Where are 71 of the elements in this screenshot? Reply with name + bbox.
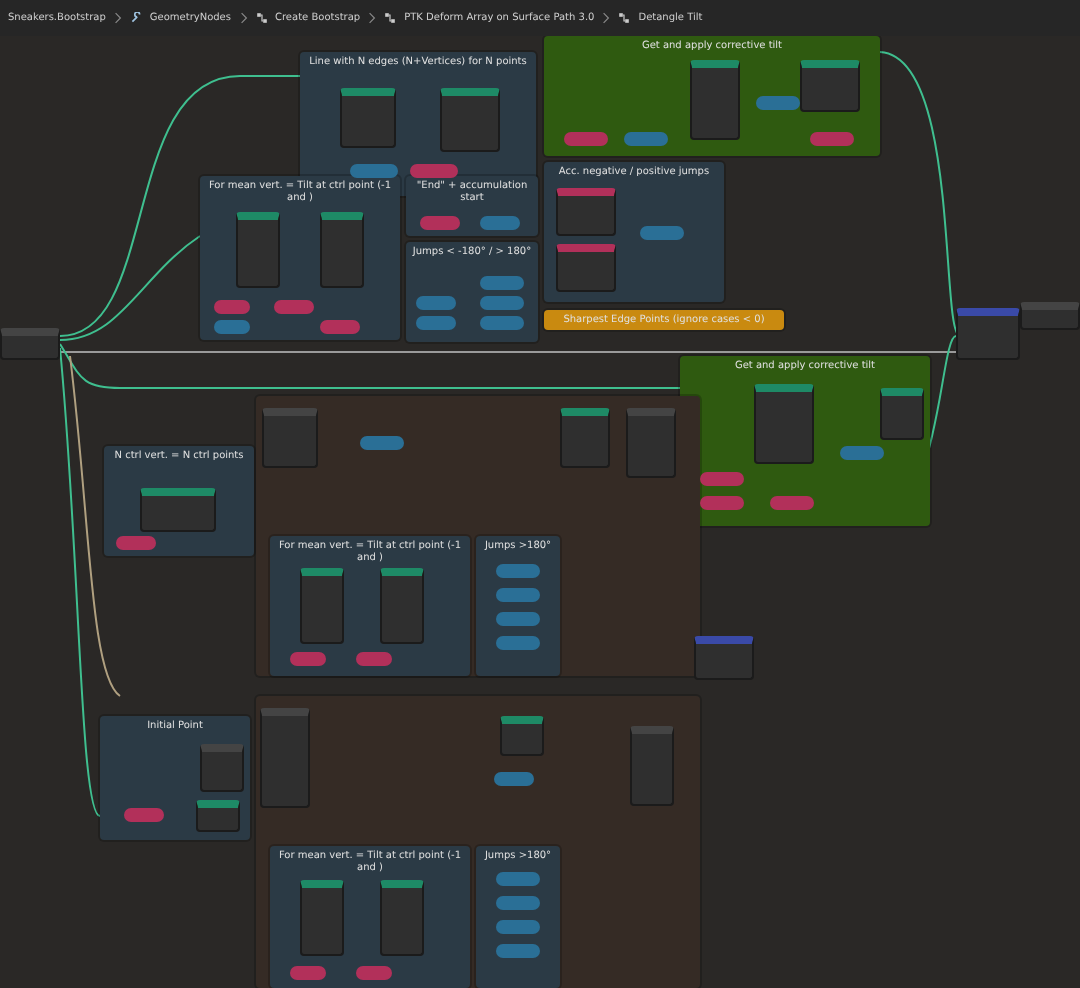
reroute-node xyxy=(480,276,524,290)
node-box xyxy=(694,636,754,680)
node-box xyxy=(236,212,280,288)
node-box xyxy=(380,880,424,956)
node-box xyxy=(200,744,244,792)
node-box xyxy=(340,88,396,148)
reroute-node xyxy=(770,496,814,510)
reroute-node xyxy=(320,320,360,334)
reroute-node xyxy=(494,772,534,786)
node-box xyxy=(380,568,424,644)
reroute-node xyxy=(290,652,326,666)
node-box xyxy=(630,726,674,806)
reroute-node xyxy=(360,436,404,450)
reroute-node xyxy=(214,320,250,334)
chevron-icon xyxy=(368,12,377,24)
reroute-node xyxy=(496,636,540,650)
node-box xyxy=(440,88,500,152)
node-box xyxy=(560,408,610,468)
node-box xyxy=(300,880,344,956)
reroute-node xyxy=(496,588,540,602)
reroute-node xyxy=(214,300,250,314)
node-box xyxy=(556,188,616,236)
node-box xyxy=(140,488,216,532)
chevron-icon xyxy=(602,12,611,24)
reroute-node xyxy=(640,226,684,240)
reroute-node xyxy=(624,132,668,146)
wrench-icon xyxy=(129,12,142,24)
reroute-node xyxy=(700,496,744,510)
node-box xyxy=(300,568,344,644)
reroute-node xyxy=(274,300,314,314)
node-box xyxy=(800,60,860,112)
reroute-node xyxy=(410,164,458,178)
reroute-node xyxy=(810,132,854,146)
reroute-node xyxy=(124,808,164,822)
reroute-node xyxy=(496,896,540,910)
reroute-node xyxy=(420,216,460,230)
reroute-node xyxy=(416,296,456,310)
reroute-node xyxy=(496,872,540,886)
node-box xyxy=(320,212,364,288)
node-box xyxy=(260,708,310,808)
reroute-node xyxy=(496,920,540,934)
node-box xyxy=(754,384,814,464)
reroute-node xyxy=(416,316,456,330)
chevron-icon xyxy=(239,12,247,24)
node-box xyxy=(690,60,740,140)
chevron-icon xyxy=(113,12,122,24)
reroute-node xyxy=(700,472,744,486)
reroute-node xyxy=(480,296,524,310)
reroute-node xyxy=(480,216,520,230)
reroute-node xyxy=(496,612,540,626)
reroute-node xyxy=(564,132,608,146)
node-tree-icon xyxy=(384,12,397,24)
reroute-node xyxy=(496,944,540,958)
reroute-node xyxy=(290,966,326,980)
reroute-node xyxy=(356,652,392,666)
reroute-node xyxy=(756,96,800,110)
node-box xyxy=(556,244,616,292)
reroute-node xyxy=(480,316,524,330)
node-box xyxy=(0,328,60,360)
reroute-node xyxy=(496,564,540,578)
node-tree-icon xyxy=(255,12,267,24)
node-box xyxy=(880,388,924,440)
node-box xyxy=(626,408,676,478)
reroute-node xyxy=(840,446,884,460)
node-box xyxy=(500,716,544,756)
node-tree-icon xyxy=(618,12,631,24)
node-box xyxy=(262,408,318,468)
node-box xyxy=(196,800,240,832)
reroute-node xyxy=(116,536,156,550)
reroute-node xyxy=(350,164,398,178)
reroute-node xyxy=(356,966,392,980)
